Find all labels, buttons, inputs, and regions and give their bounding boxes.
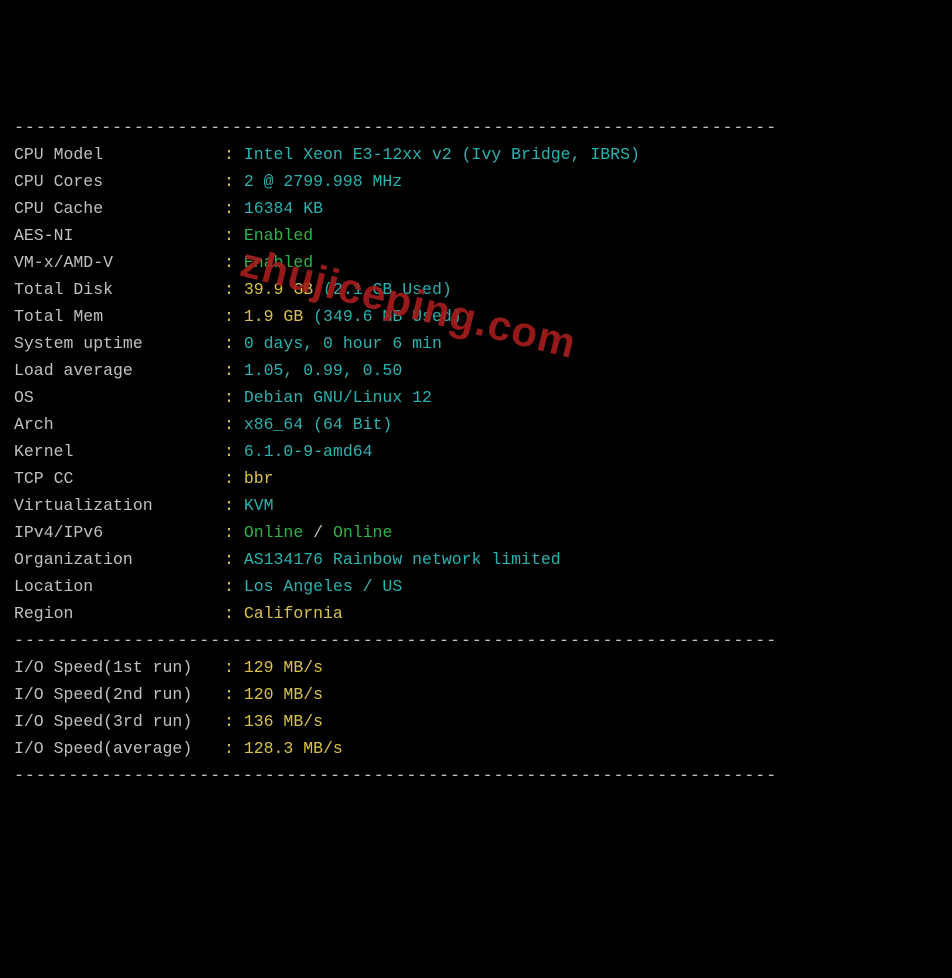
sys-label: CPU Model bbox=[14, 141, 224, 168]
colon: : bbox=[224, 388, 234, 407]
colon: : bbox=[224, 739, 234, 758]
io-row: I/O Speed(3rd run): 136 MB/s bbox=[14, 708, 938, 735]
colon: : bbox=[224, 469, 234, 488]
sys-label: System uptime bbox=[14, 330, 224, 357]
sys-row: IPv4/IPv6: Online / Online bbox=[14, 519, 938, 546]
sys-value-part: (2.1 GB Used) bbox=[313, 280, 452, 299]
sys-label: Arch bbox=[14, 411, 224, 438]
sys-label: Total Disk bbox=[14, 276, 224, 303]
sys-value-part: Online bbox=[333, 523, 392, 542]
io-row: I/O Speed(1st run): 129 MB/s bbox=[14, 654, 938, 681]
sys-value-part: 2 @ 2799.998 MHz bbox=[244, 172, 402, 191]
sys-label: IPv4/IPv6 bbox=[14, 519, 224, 546]
sys-row: Virtualization: KVM bbox=[14, 492, 938, 519]
sys-row: Total Disk: 39.9 GB (2.1 GB Used) bbox=[14, 276, 938, 303]
sys-label: Total Mem bbox=[14, 303, 224, 330]
sys-row: Region: California bbox=[14, 600, 938, 627]
sys-value-part: / bbox=[303, 523, 333, 542]
sys-row: Kernel: 6.1.0-9-amd64 bbox=[14, 438, 938, 465]
sys-label: Location bbox=[14, 573, 224, 600]
sys-value-part: 0 days, 0 hour 6 min bbox=[244, 334, 442, 353]
colon: : bbox=[224, 496, 234, 515]
sys-label: AES-NI bbox=[14, 222, 224, 249]
colon: : bbox=[224, 145, 234, 164]
sys-label: OS bbox=[14, 384, 224, 411]
colon: : bbox=[224, 712, 234, 731]
io-value-part: 120 MB/s bbox=[244, 685, 323, 704]
colon: : bbox=[224, 523, 234, 542]
sys-row: OS: Debian GNU/Linux 12 bbox=[14, 384, 938, 411]
sys-row: CPU Model: Intel Xeon E3-12xx v2 (Ivy Br… bbox=[14, 141, 938, 168]
colon: : bbox=[224, 172, 234, 191]
colon: : bbox=[224, 442, 234, 461]
terminal-output: ----------------------------------------… bbox=[14, 114, 938, 789]
sys-row: Load average: 1.05, 0.99, 0.50 bbox=[14, 357, 938, 384]
sys-label: Kernel bbox=[14, 438, 224, 465]
sys-row: Location: Los Angeles / US bbox=[14, 573, 938, 600]
colon: : bbox=[224, 361, 234, 380]
sys-value-part: Online bbox=[244, 523, 303, 542]
colon: : bbox=[224, 280, 234, 299]
colon: : bbox=[224, 685, 234, 704]
colon: : bbox=[224, 604, 234, 623]
sys-value-part: 1.9 GB bbox=[244, 307, 303, 326]
sys-value-part: Debian GNU/Linux 12 bbox=[244, 388, 432, 407]
io-row: I/O Speed(average): 128.3 MB/s bbox=[14, 735, 938, 762]
sys-label: Load average bbox=[14, 357, 224, 384]
io-row: I/O Speed(2nd run): 120 MB/s bbox=[14, 681, 938, 708]
colon: : bbox=[224, 415, 234, 434]
separator-line: ----------------------------------------… bbox=[14, 627, 938, 654]
sys-label: CPU Cache bbox=[14, 195, 224, 222]
colon: : bbox=[224, 550, 234, 569]
sys-value-part: (349.6 MB Used) bbox=[303, 307, 461, 326]
sys-label: VM-x/AMD-V bbox=[14, 249, 224, 276]
sys-row: Organization: AS134176 Rainbow network l… bbox=[14, 546, 938, 573]
sys-value-part: bbr bbox=[244, 469, 274, 488]
sys-value-part: Intel Xeon E3-12xx v2 (Ivy Bridge, IBRS) bbox=[244, 145, 640, 164]
sys-row: VM-x/AMD-V: Enabled bbox=[14, 249, 938, 276]
sys-row: Total Mem: 1.9 GB (349.6 MB Used) bbox=[14, 303, 938, 330]
sys-row: CPU Cores: 2 @ 2799.998 MHz bbox=[14, 168, 938, 195]
sys-value-part: KVM bbox=[244, 496, 274, 515]
sys-value-part: California bbox=[244, 604, 343, 623]
sys-label: Region bbox=[14, 600, 224, 627]
colon: : bbox=[224, 307, 234, 326]
sys-value-part: Los Angeles / US bbox=[244, 577, 402, 596]
colon: : bbox=[224, 577, 234, 596]
separator-line: ----------------------------------------… bbox=[14, 114, 938, 141]
colon: : bbox=[224, 226, 234, 245]
sys-value-part: 1.05, 0.99, 0.50 bbox=[244, 361, 402, 380]
sys-value-part: AS134176 Rainbow network limited bbox=[244, 550, 561, 569]
io-label: I/O Speed(1st run) bbox=[14, 654, 224, 681]
io-label: I/O Speed(2nd run) bbox=[14, 681, 224, 708]
sys-row: TCP CC: bbr bbox=[14, 465, 938, 492]
sys-row: System uptime: 0 days, 0 hour 6 min bbox=[14, 330, 938, 357]
colon: : bbox=[224, 658, 234, 677]
sys-row: Arch: x86_64 (64 Bit) bbox=[14, 411, 938, 438]
sys-value-part: 6.1.0-9-amd64 bbox=[244, 442, 373, 461]
sys-row: AES-NI: Enabled bbox=[14, 222, 938, 249]
sys-value-part: 39.9 GB bbox=[244, 280, 313, 299]
io-label: I/O Speed(3rd run) bbox=[14, 708, 224, 735]
io-label: I/O Speed(average) bbox=[14, 735, 224, 762]
sys-row: CPU Cache: 16384 KB bbox=[14, 195, 938, 222]
io-value-part: 136 MB/s bbox=[244, 712, 323, 731]
separator-line: ----------------------------------------… bbox=[14, 762, 938, 789]
io-value-part: 129 MB/s bbox=[244, 658, 323, 677]
sys-value-part: Enabled bbox=[244, 226, 313, 245]
sys-label: CPU Cores bbox=[14, 168, 224, 195]
sys-value-part: Enabled bbox=[244, 253, 313, 272]
colon: : bbox=[224, 253, 234, 272]
io-value-part: 128.3 MB/s bbox=[244, 739, 343, 758]
colon: : bbox=[224, 199, 234, 218]
sys-label: TCP CC bbox=[14, 465, 224, 492]
sys-label: Organization bbox=[14, 546, 224, 573]
colon: : bbox=[224, 334, 234, 353]
sys-value-part: 16384 KB bbox=[244, 199, 323, 218]
sys-label: Virtualization bbox=[14, 492, 224, 519]
sys-value-part: x86_64 (64 Bit) bbox=[244, 415, 393, 434]
